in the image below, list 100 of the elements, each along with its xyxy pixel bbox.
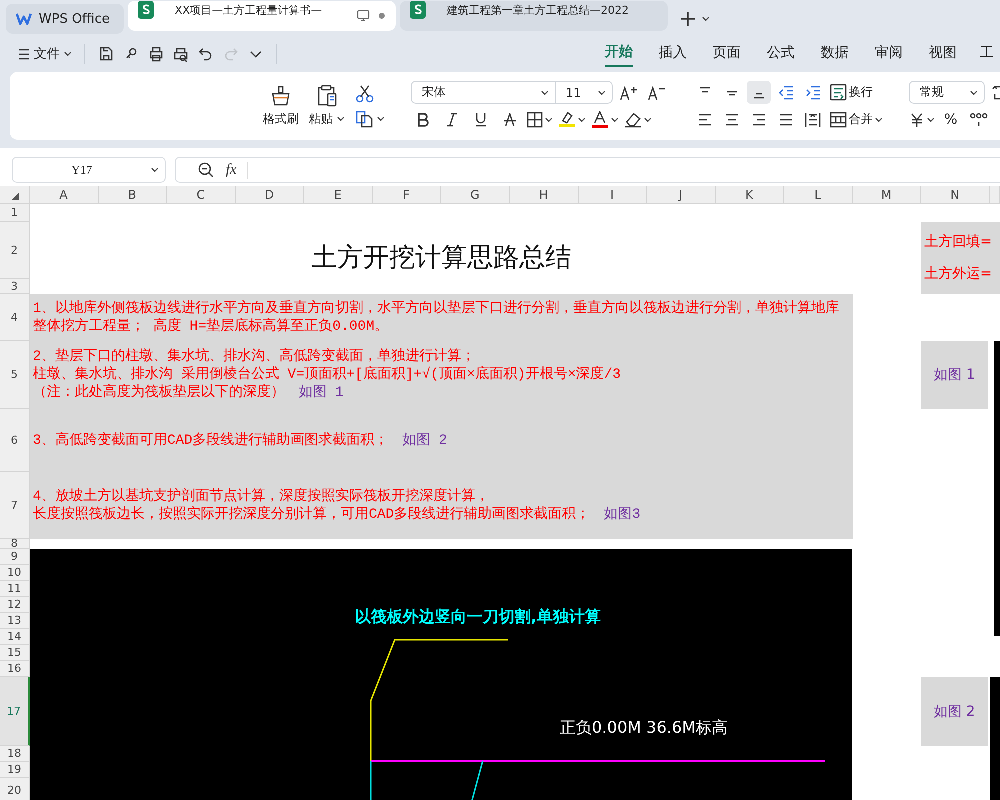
caret-icon[interactable] xyxy=(64,51,72,57)
strikethrough-icon[interactable] xyxy=(504,112,516,126)
row-header[interactable]: 1 xyxy=(0,204,30,222)
scissors-icon[interactable] xyxy=(355,84,375,104)
ribbon-tab[interactable]: 插入 xyxy=(646,39,700,69)
decrease-font-icon[interactable] xyxy=(648,84,666,100)
ribbon-tab[interactable]: 数据 xyxy=(808,39,862,69)
eraser-icon[interactable] xyxy=(624,112,642,128)
align-left-icon[interactable] xyxy=(698,112,712,126)
caret-icon[interactable] xyxy=(541,90,549,96)
column-header[interactable]: H xyxy=(510,186,578,204)
underline-icon[interactable] xyxy=(475,112,487,127)
row-header[interactable]: 8 xyxy=(0,539,30,549)
ribbon-tab[interactable]: 工 xyxy=(970,39,1000,69)
ribbon-tab[interactable]: 公式 xyxy=(754,39,808,69)
format-painter-button[interactable]: 格式刷 xyxy=(263,84,299,128)
column-header[interactable]: I xyxy=(578,186,648,204)
merge-button[interactable]: 合并 xyxy=(828,108,885,131)
caret-icon[interactable] xyxy=(151,167,159,173)
row-header[interactable]: 11 xyxy=(0,581,30,597)
column-header[interactable]: M xyxy=(852,186,922,204)
name-box[interactable]: Y17 xyxy=(12,157,166,183)
column-header[interactable]: E xyxy=(304,186,373,204)
wrap-icon[interactable] xyxy=(830,84,847,101)
number-format-select[interactable]: 常规 xyxy=(909,81,985,104)
caret-icon[interactable] xyxy=(927,116,935,122)
caret-icon[interactable] xyxy=(644,116,652,122)
row-header[interactable]: 12 xyxy=(0,597,30,613)
row-header[interactable]: 5 xyxy=(0,341,30,409)
row-header[interactable]: 17 xyxy=(0,677,30,746)
row-header[interactable]: 4 xyxy=(0,294,30,341)
caret-icon[interactable] xyxy=(598,90,606,96)
row-header[interactable]: 20 xyxy=(0,778,30,800)
indent-icon[interactable] xyxy=(805,86,821,100)
column-header[interactable]: G xyxy=(441,186,510,204)
distributed-icon[interactable] xyxy=(805,112,821,128)
zoom-icon[interactable] xyxy=(198,162,214,178)
currency-icon[interactable] xyxy=(909,112,925,128)
row-header[interactable]: 15 xyxy=(0,645,30,661)
justify-icon[interactable] xyxy=(779,112,793,126)
font-size-select[interactable]: 11 xyxy=(556,81,613,104)
caret-icon[interactable] xyxy=(875,116,883,122)
align-button[interactable] xyxy=(747,81,771,104)
row-header[interactable]: 3 xyxy=(0,279,30,294)
font-color-icon[interactable] xyxy=(591,110,609,128)
column-header[interactable]: L xyxy=(784,186,853,204)
column-header[interactable]: C xyxy=(167,186,236,204)
row-header[interactable]: 13 xyxy=(0,613,30,629)
plus-icon[interactable] xyxy=(680,11,696,27)
row-header[interactable]: 10 xyxy=(0,565,30,581)
paste-button[interactable]: 粘贴 xyxy=(309,84,345,128)
caret-icon[interactable] xyxy=(545,116,553,122)
italic-icon[interactable] xyxy=(446,112,458,126)
print-preview-icon[interactable] xyxy=(172,46,188,62)
undo-icon[interactable] xyxy=(198,46,214,62)
column-header[interactable]: B xyxy=(98,186,168,204)
caret-icon[interactable] xyxy=(611,116,619,122)
column-header[interactable]: J xyxy=(647,186,716,204)
wrap-text-button[interactable]: 换行 xyxy=(828,81,875,104)
unsaved-dot-icon[interactable] xyxy=(378,12,386,20)
row-header[interactable]: 9 xyxy=(0,549,30,565)
increase-font-icon[interactable] xyxy=(620,84,638,100)
font-select[interactable]: 宋体 xyxy=(411,81,556,104)
print-icon[interactable] xyxy=(148,46,164,62)
thousands-separator-icon[interactable] xyxy=(970,112,988,128)
save-icon[interactable] xyxy=(98,46,114,62)
caret-icon[interactable] xyxy=(337,116,345,122)
bold-icon[interactable] xyxy=(417,112,429,126)
column-header[interactable]: K xyxy=(716,186,784,204)
column-header[interactable]: N xyxy=(921,186,990,204)
outdent-icon[interactable] xyxy=(778,86,794,100)
percent-button[interactable]: % xyxy=(939,112,963,128)
file-menu[interactable]: 文件 xyxy=(14,42,76,66)
copy-icon[interactable] xyxy=(355,110,373,128)
align-right-icon[interactable] xyxy=(752,112,766,126)
ribbon-tab[interactable]: 开始 xyxy=(592,39,646,69)
column-header[interactable]: A xyxy=(30,186,99,204)
document-tab[interactable]: WPS Office xyxy=(6,4,124,34)
ribbon-tab[interactable]: 视图 xyxy=(916,39,970,69)
caret-icon[interactable] xyxy=(702,16,710,22)
ribbon-tab[interactable]: 审阅 xyxy=(862,39,916,69)
row-header[interactable]: 18 xyxy=(0,746,30,762)
borders-icon[interactable] xyxy=(527,112,543,128)
column-header[interactable]: F xyxy=(372,186,442,204)
row-header[interactable]: 2 xyxy=(0,222,30,279)
row-header[interactable]: 7 xyxy=(0,472,30,539)
column-header[interactable]: D xyxy=(236,186,304,204)
align-center-icon[interactable] xyxy=(725,112,739,126)
caret-icon[interactable] xyxy=(578,116,586,122)
ribbon-tab[interactable]: 页面 xyxy=(700,39,754,69)
merge-icon[interactable] xyxy=(830,112,847,128)
row-header[interactable]: 14 xyxy=(0,629,30,645)
caret-icon[interactable] xyxy=(377,116,385,122)
caret-icon[interactable] xyxy=(970,90,978,96)
row-header[interactable]: 6 xyxy=(0,409,30,472)
document-tab[interactable]: XX项目—土方工程量计算书— xyxy=(128,1,396,31)
monitor-icon[interactable] xyxy=(357,10,370,22)
row-header[interactable]: 16 xyxy=(0,661,30,677)
formula-field[interactable]: fx xyxy=(175,157,1000,183)
row-header[interactable]: 19 xyxy=(0,762,30,778)
